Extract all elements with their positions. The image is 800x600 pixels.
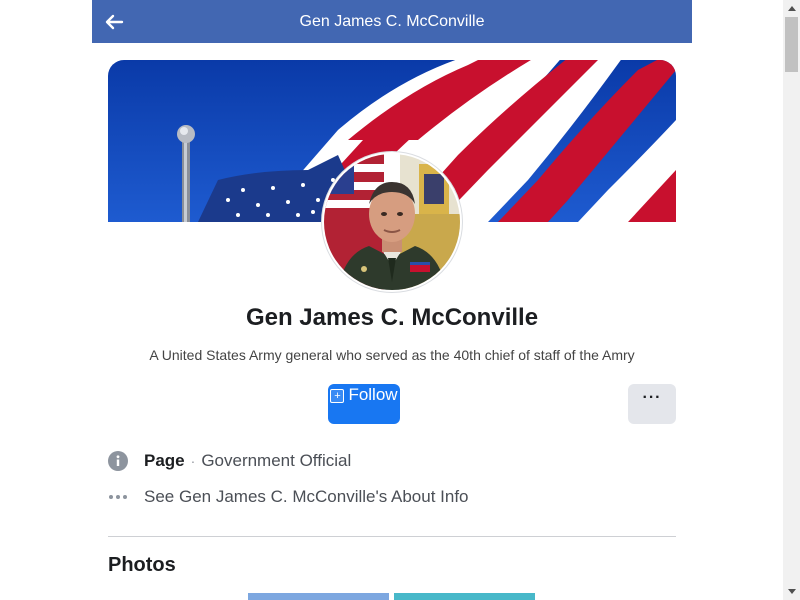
top-bar: Gen James C. McConville [92, 0, 692, 43]
profile-avatar[interactable] [324, 154, 460, 290]
scroll-down-arrow-icon[interactable] [783, 583, 800, 600]
more-options-icon: ··· [642, 389, 662, 406]
follow-label: Follow [348, 385, 398, 404]
vertical-scrollbar[interactable] [783, 0, 800, 600]
dot-separator: · [190, 453, 196, 469]
info-circle-icon [108, 451, 128, 471]
section-divider [108, 536, 676, 537]
follow-button[interactable]: + Follow [328, 384, 400, 424]
photos-heading: Photos [108, 554, 176, 576]
page-name: Gen James C. McConville [245, 304, 539, 331]
page-description: A United States Army general who served … [149, 347, 635, 363]
general-portrait-image [324, 154, 460, 290]
scroll-up-arrow-icon[interactable] [783, 0, 800, 17]
page-type-label: Page [144, 451, 185, 470]
back-arrow-icon[interactable] [102, 10, 126, 34]
scrollbar-thumb[interactable] [785, 17, 798, 72]
photo-thumbnail[interactable] [394, 593, 535, 600]
about-info-link[interactable]: See Gen James C. McConville's About Info [108, 487, 469, 507]
about-info-label: See Gen James C. McConville's About Info [144, 487, 469, 506]
header-title: Gen James C. McConville [299, 12, 485, 30]
photo-thumbnail[interactable] [248, 593, 389, 600]
page-category: Government Official [201, 451, 352, 470]
plus-square-icon: + [330, 389, 345, 403]
more-dots-icon [108, 487, 128, 507]
more-options-button[interactable]: ··· [628, 384, 676, 424]
page-type-row: Page · Government Official [108, 451, 351, 471]
